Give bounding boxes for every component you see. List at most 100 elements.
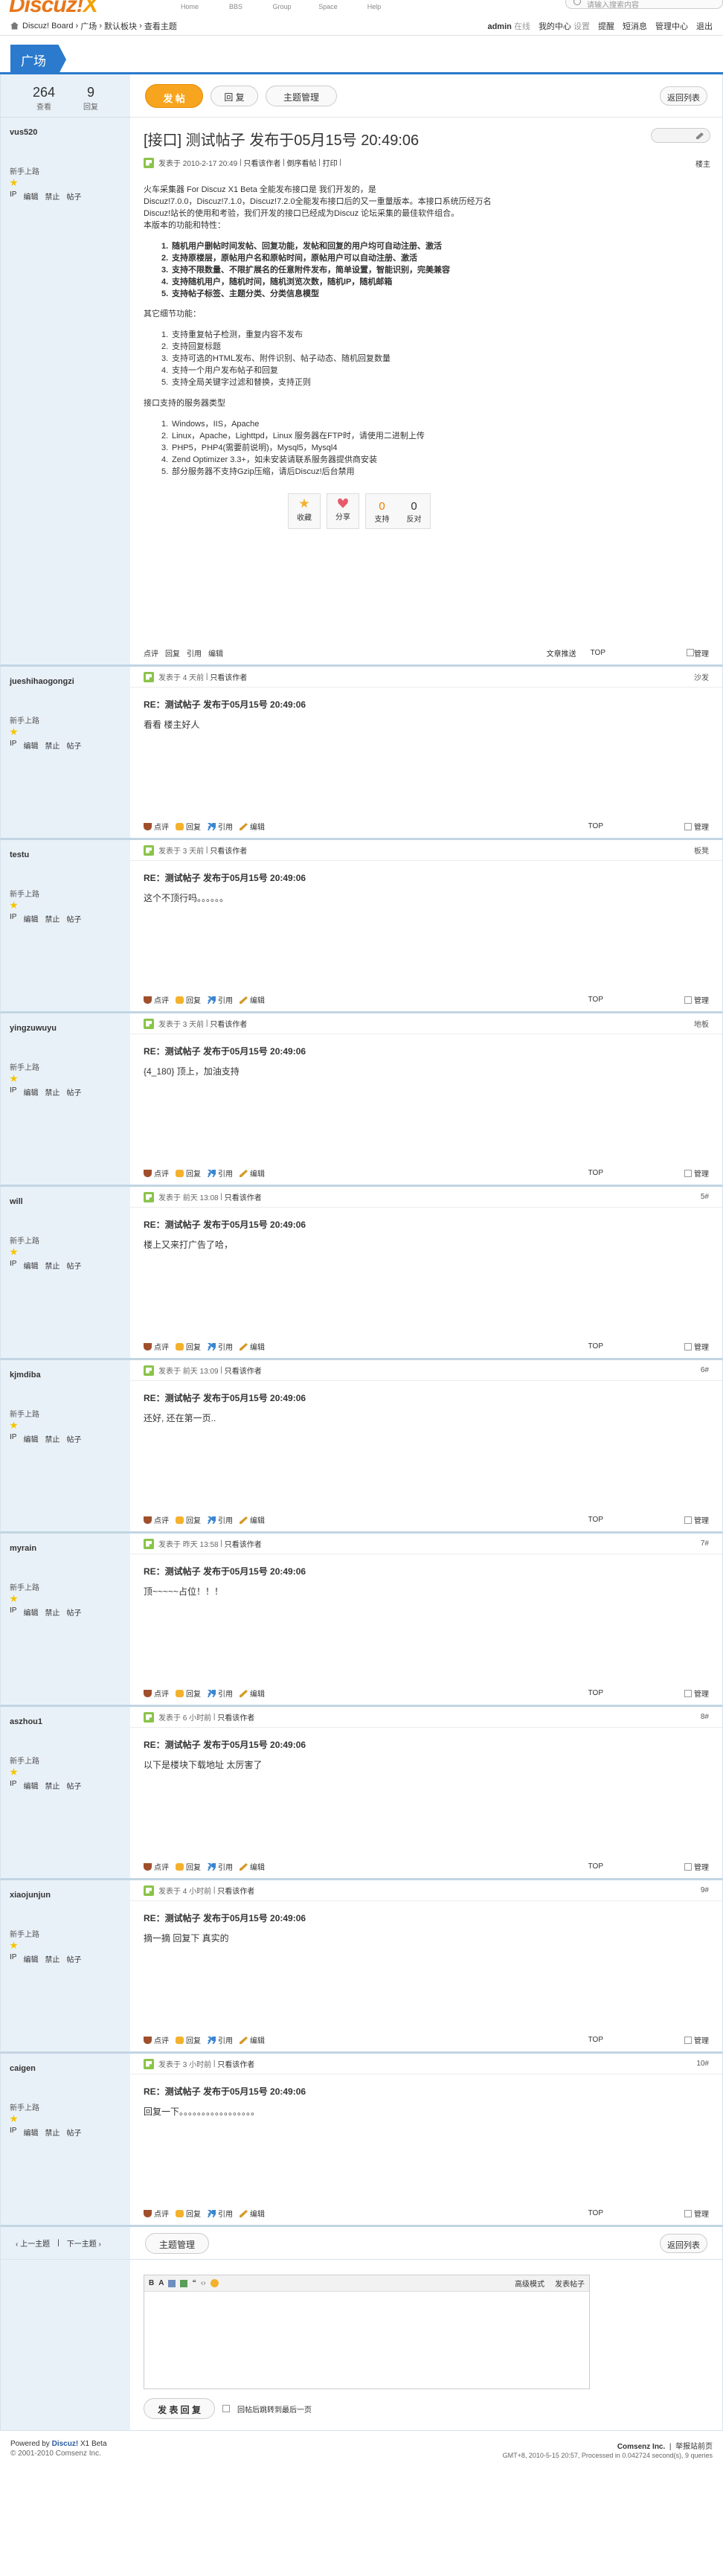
quote-button[interactable]: 引用 xyxy=(208,1861,233,1872)
nav-bbs[interactable]: BBS xyxy=(213,0,259,10)
ip-link[interactable]: IP xyxy=(10,1953,16,1964)
ip-link[interactable]: IP xyxy=(10,1086,16,1098)
edit-post-button[interactable]: 编辑 xyxy=(240,1341,265,1352)
thread-manage-button[interactable]: 主题管理 xyxy=(266,85,337,106)
ip-link[interactable]: IP xyxy=(10,1606,16,1618)
back-to-list-button[interactable]: 返回列表 xyxy=(660,86,707,106)
reverse-link[interactable]: 倒序看帖 xyxy=(286,157,316,168)
author-name[interactable]: jueshihaogongzi xyxy=(10,677,121,686)
prev-thread-link[interactable]: ‹ 上一主题 xyxy=(16,2237,50,2249)
crumb-square[interactable]: 广场 xyxy=(80,20,97,32)
edit-post-button[interactable]: 编辑 xyxy=(240,1861,265,1872)
next-thread-link[interactable]: 下一主题 › xyxy=(67,2237,101,2249)
discuz-logo[interactable]: Discuz!X xyxy=(9,0,98,18)
smiley-icon[interactable] xyxy=(210,2279,219,2287)
manage-checkbox[interactable] xyxy=(684,1516,692,1524)
posts-link[interactable]: 帖子 xyxy=(66,2127,81,2138)
image-icon[interactable] xyxy=(168,2279,176,2287)
crumb-forum[interactable]: 默认板块 xyxy=(104,20,137,32)
user-name[interactable]: admin xyxy=(487,22,511,31)
reply-editor[interactable]: B A ❝ ‹› 高级模式 发表帖子 xyxy=(144,2275,590,2389)
ban-link[interactable]: 禁止 xyxy=(45,913,60,924)
author-name[interactable]: kjmdiba xyxy=(10,1371,121,1380)
top-link[interactable]: TOP xyxy=(588,1862,603,1871)
edit-user-link[interactable]: 编辑 xyxy=(23,1086,38,1098)
crumb-board[interactable]: Discuz! Board xyxy=(22,22,73,31)
manage-checkbox[interactable] xyxy=(684,1689,692,1697)
reply-post-button[interactable]: 回复 xyxy=(176,2208,201,2219)
edit-post-button[interactable]: 编辑 xyxy=(208,647,223,659)
comment-button[interactable]: 点评 xyxy=(144,821,169,832)
edit-title-button[interactable] xyxy=(651,128,710,143)
top-link[interactable]: TOP xyxy=(588,822,603,830)
edit-user-link[interactable]: 编辑 xyxy=(23,1780,38,1791)
only-author-link[interactable]: 只看该作者 xyxy=(225,1191,262,1202)
comment-button[interactable]: 点评 xyxy=(144,1167,169,1179)
quote-button[interactable]: 引用 xyxy=(208,2208,233,2219)
edit-post-button[interactable]: 编辑 xyxy=(240,994,265,1005)
link-icon[interactable] xyxy=(180,2279,188,2287)
top-link[interactable]: TOP xyxy=(588,1342,603,1351)
floor-label[interactable]: 8# xyxy=(701,1713,709,1721)
edit-user-link[interactable]: 编辑 xyxy=(23,1260,38,1271)
link-logout[interactable]: 退出 xyxy=(696,20,713,32)
font-color-icon[interactable]: A xyxy=(158,2279,164,2287)
edit-user-link[interactable]: 编辑 xyxy=(23,1953,38,1964)
nav-space[interactable]: Space xyxy=(305,0,351,10)
comment-button[interactable]: 点评 xyxy=(144,2034,169,2045)
ip-link[interactable]: IP xyxy=(10,1780,16,1791)
floor-label[interactable]: 9# xyxy=(701,1886,709,1894)
comment-button[interactable]: 点评 xyxy=(144,2208,169,2219)
only-author-link[interactable]: 只看该作者 xyxy=(217,1711,254,1723)
footer-links[interactable]: 举报站前页 xyxy=(675,2443,713,2451)
floor-label[interactable]: 7# xyxy=(701,1539,709,1548)
author-name[interactable]: xiaojunjun xyxy=(10,1891,121,1900)
quote-button[interactable]: 引用 xyxy=(187,647,202,659)
ban-link[interactable]: 禁止 xyxy=(45,1086,60,1098)
floor-label[interactable]: 5# xyxy=(701,1193,709,1201)
bottom-back-button[interactable]: 返回列表 xyxy=(660,2233,707,2253)
nav-home[interactable]: Home xyxy=(167,0,213,10)
ban-link[interactable]: 禁止 xyxy=(45,1780,60,1791)
floor-label[interactable]: 10# xyxy=(696,2060,709,2068)
post-thread-link[interactable]: 发表帖子 xyxy=(555,2278,585,2289)
link-notice[interactable]: 提醒 xyxy=(598,20,614,32)
author-name[interactable]: will xyxy=(10,1197,121,1206)
top-link[interactable]: TOP xyxy=(588,1516,603,1524)
quote-button[interactable]: 引用 xyxy=(208,1514,233,1525)
posts-link[interactable]: 帖子 xyxy=(66,1953,81,1964)
only-author-link[interactable]: 只看该作者 xyxy=(217,1885,254,1896)
ban-link[interactable]: 禁止 xyxy=(45,190,60,202)
top-link[interactable]: TOP xyxy=(588,2036,603,2044)
reply-button[interactable]: 回 复 xyxy=(211,85,258,106)
quote-button[interactable]: 引用 xyxy=(208,821,233,832)
reply-post-button[interactable]: 回复 xyxy=(176,1514,201,1525)
edit-user-link[interactable]: 编辑 xyxy=(23,2127,38,2138)
ban-link[interactable]: 禁止 xyxy=(45,1433,60,1444)
bottom-manage-button[interactable]: 主题管理 xyxy=(145,2232,209,2254)
reply-post-button[interactable]: 回复 xyxy=(176,2034,201,2045)
ip-link[interactable]: IP xyxy=(10,1260,16,1271)
posts-link[interactable]: 帖子 xyxy=(66,740,81,751)
reply-post-button[interactable]: 回复 xyxy=(176,1167,201,1179)
top-link[interactable]: TOP xyxy=(591,649,605,657)
edit-post-button[interactable]: 编辑 xyxy=(240,1514,265,1525)
edit-user-link[interactable]: 编辑 xyxy=(23,1606,38,1618)
quote-icon[interactable]: ❝ xyxy=(192,2279,196,2287)
edit-user-link[interactable]: 编辑 xyxy=(23,1433,38,1444)
floor-label[interactable]: 地板 xyxy=(694,1018,709,1029)
reply-post-button[interactable]: 回复 xyxy=(176,821,201,832)
reply-post-button[interactable]: 回复 xyxy=(176,1861,201,1872)
quote-button[interactable]: 引用 xyxy=(208,994,233,1005)
only-author-link[interactable]: 只看该作者 xyxy=(210,845,247,856)
ip-link[interactable]: IP xyxy=(10,2127,16,2138)
reply-post-button[interactable]: 回复 xyxy=(176,1341,201,1352)
posts-link[interactable]: 帖子 xyxy=(66,1086,81,1098)
home-icon[interactable] xyxy=(10,22,19,30)
jump-last-checkbox[interactable] xyxy=(222,2405,230,2412)
comment-button[interactable]: 点评 xyxy=(144,1341,169,1352)
ip-link[interactable]: IP xyxy=(10,1433,16,1444)
comment-button[interactable]: 点评 xyxy=(144,647,158,659)
quote-button[interactable]: 引用 xyxy=(208,1341,233,1352)
link-my-center[interactable]: 我的中心 设置 xyxy=(539,20,590,32)
